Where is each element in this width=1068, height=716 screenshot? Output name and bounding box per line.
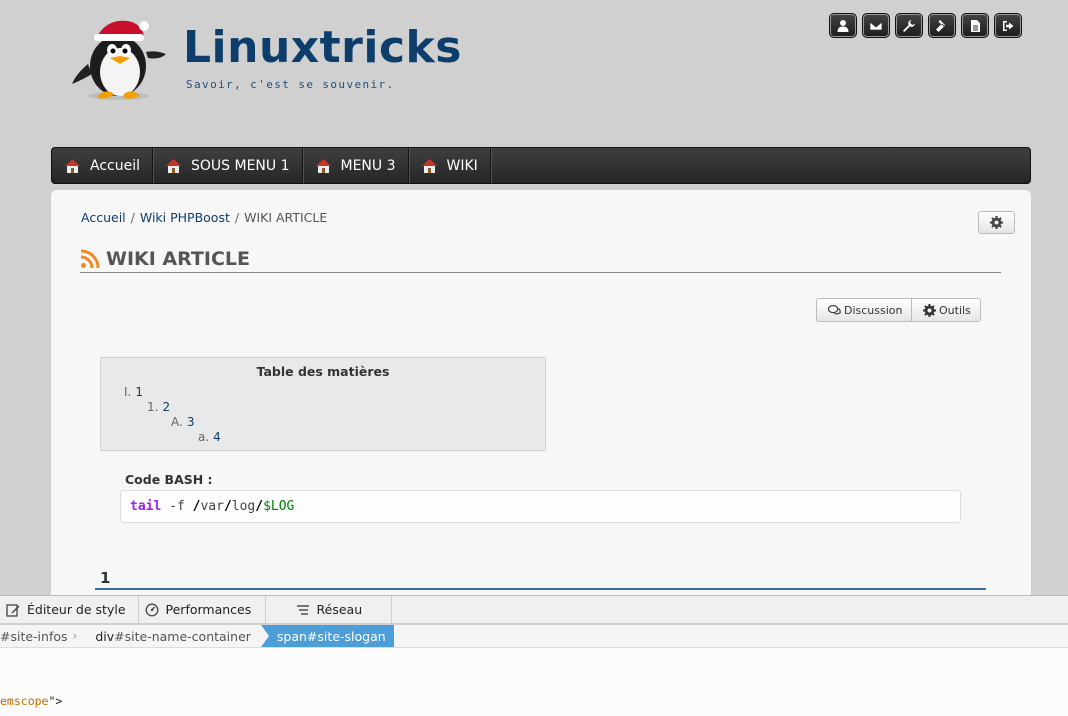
toc-entry: A. 3 <box>171 415 194 429</box>
devtools-crumb[interactable]: #site-infos › <box>0 625 95 647</box>
code-path: var <box>200 499 224 514</box>
section-heading: 1 <box>95 565 986 590</box>
toc-entry-link[interactable]: 4 <box>213 430 221 444</box>
style-editor-icon <box>6 603 20 617</box>
breadcrumb: Accueil / Wiki PHPBoost / WIKI ARTICLE <box>81 210 327 225</box>
comments-icon <box>828 304 841 314</box>
messages-button[interactable] <box>862 13 890 38</box>
gear-icon <box>923 303 936 317</box>
penguin-logo[interactable] <box>68 14 168 102</box>
menu-item-accueil[interactable]: Accueil <box>52 148 153 183</box>
markup-punctuation: "> <box>48 694 63 708</box>
main-content: Accueil / Wiki PHPBoost / WIKI ARTICLE WIKI … <box>51 190 1031 610</box>
page-title-text: WIKI ARTICLE <box>106 247 250 270</box>
breadcrumb-link-wiki[interactable]: Wiki PHPBoost <box>140 210 230 225</box>
moderation-button[interactable] <box>928 13 956 38</box>
markup-attribute: emscope <box>0 694 49 708</box>
discussion-button[interactable]: Discussion <box>816 298 911 322</box>
user-icon <box>837 19 849 32</box>
logout-icon <box>1003 20 1014 31</box>
code-slash: / <box>192 499 201 514</box>
home-icon <box>421 158 437 173</box>
devtools-breadcrumbs: #site-infos › div #site-name-container sp… <box>0 625 1068 648</box>
devtools-tab-style-editor[interactable]: Éditeur de style <box>0 596 139 623</box>
wrench-icon <box>903 19 915 32</box>
home-icon <box>65 158 80 173</box>
settings-button[interactable] <box>978 211 1015 234</box>
code-slash: / <box>223 499 232 514</box>
crumb-active-label: span#site-slogan <box>276 628 386 644</box>
contributions-button[interactable] <box>961 13 989 38</box>
menu-item-label: Accueil <box>90 157 140 174</box>
breadcrumb-current: WIKI ARTICLE <box>244 210 328 225</box>
code-path: log <box>231 499 256 514</box>
menu-item-sous-menu-1[interactable]: SOUS MENU 1 <box>153 148 303 183</box>
gavel-icon <box>936 19 945 32</box>
code-option: -f <box>169 499 185 514</box>
devtools-tab-label: Performances <box>165 602 252 617</box>
toc-entry-link[interactable]: 2 <box>162 400 170 414</box>
devtools-markup-view[interactable]: emscope"> <box>0 648 1068 716</box>
code-command: tail <box>130 499 162 514</box>
devtools-crumb[interactable]: div #site-name-container <box>95 625 261 647</box>
code-label: Code BASH : <box>125 472 213 487</box>
table-of-contents: Table des matières I. 1 1. 2 A. 3 a. 4 <box>100 357 546 451</box>
toc-entry-number: I. <box>124 385 132 399</box>
devtools-toolbar: Éditeur de style Performances Réseau <box>0 595 1068 624</box>
logout-button[interactable] <box>994 13 1022 38</box>
menu-item-label: SOUS MENU 1 <box>191 157 290 174</box>
performance-icon <box>145 603 158 616</box>
user-account-button[interactable] <box>829 13 857 38</box>
home-icon <box>166 158 181 173</box>
crumb-tag: div <box>95 628 115 644</box>
admin-button[interactable] <box>895 13 923 38</box>
crumb-selector: #site-name-container <box>114 628 251 644</box>
user-toolbar <box>829 13 1022 38</box>
chevron-right-icon: › <box>72 629 78 643</box>
envelope-icon <box>869 21 883 30</box>
menu-item-menu-3[interactable]: MENU 3 <box>303 148 409 183</box>
devtools-tab-label: Réseau <box>316 602 363 617</box>
crumb-selector: #site-infos <box>0 628 68 644</box>
network-icon <box>296 604 309 615</box>
rss-icon[interactable] <box>80 249 100 269</box>
home-icon <box>315 158 331 173</box>
toc-entry-link[interactable]: 3 <box>187 415 195 429</box>
menu-item-label: WIKI <box>446 157 478 174</box>
toc-entry-number: a. <box>198 430 210 444</box>
code-slash: / <box>255 499 264 514</box>
file-icon <box>971 19 980 32</box>
tools-button[interactable]: Outils <box>911 298 981 322</box>
menu-item-label: MENU 3 <box>340 157 396 174</box>
wiki-tools: Discussion Outils <box>816 298 981 322</box>
code-variable: $LOG <box>263 499 295 514</box>
devtools-tab-performance[interactable]: Performances <box>139 596 266 623</box>
toc-entry-link[interactable]: 1 <box>135 385 143 399</box>
gear-icon <box>990 216 1003 229</box>
toc-title: Table des matières <box>256 364 390 379</box>
tools-label: Outils <box>939 303 971 317</box>
menu-item-wiki[interactable]: WIKI <box>409 148 491 183</box>
section-heading-text: 1 <box>100 569 111 587</box>
site-slogan: Savoir, c'est se souvenir. <box>186 78 395 91</box>
toc-entry: 1. 2 <box>147 400 170 414</box>
markup-line[interactable]: emscope"> <box>0 694 62 708</box>
main-menu: Accueil SOUS MENU 1 MENU 3 WIKI <box>51 147 1031 184</box>
page-title: WIKI ARTICLE <box>80 245 1001 273</box>
breadcrumb-separator: / <box>234 210 240 225</box>
toc-entry-number: 1. <box>147 400 159 414</box>
devtools-crumb-active[interactable]: span#site-slogan <box>260 625 394 647</box>
toc-entry-number: A. <box>171 415 183 429</box>
devtools-tab-label: Éditeur de style <box>27 602 126 617</box>
discussion-label: Discussion <box>844 303 903 317</box>
breadcrumb-link-accueil[interactable]: Accueil <box>81 210 126 225</box>
site-name[interactable]: Linuxtricks <box>183 26 462 70</box>
toc-entry: a. 4 <box>198 430 221 444</box>
devtools-tab-network[interactable]: Réseau <box>266 596 392 623</box>
code-block[interactable]: tail -f / var / log / $LOG <box>120 490 961 523</box>
breadcrumb-separator: / <box>130 210 135 225</box>
toc-entry: I. 1 <box>124 385 143 399</box>
